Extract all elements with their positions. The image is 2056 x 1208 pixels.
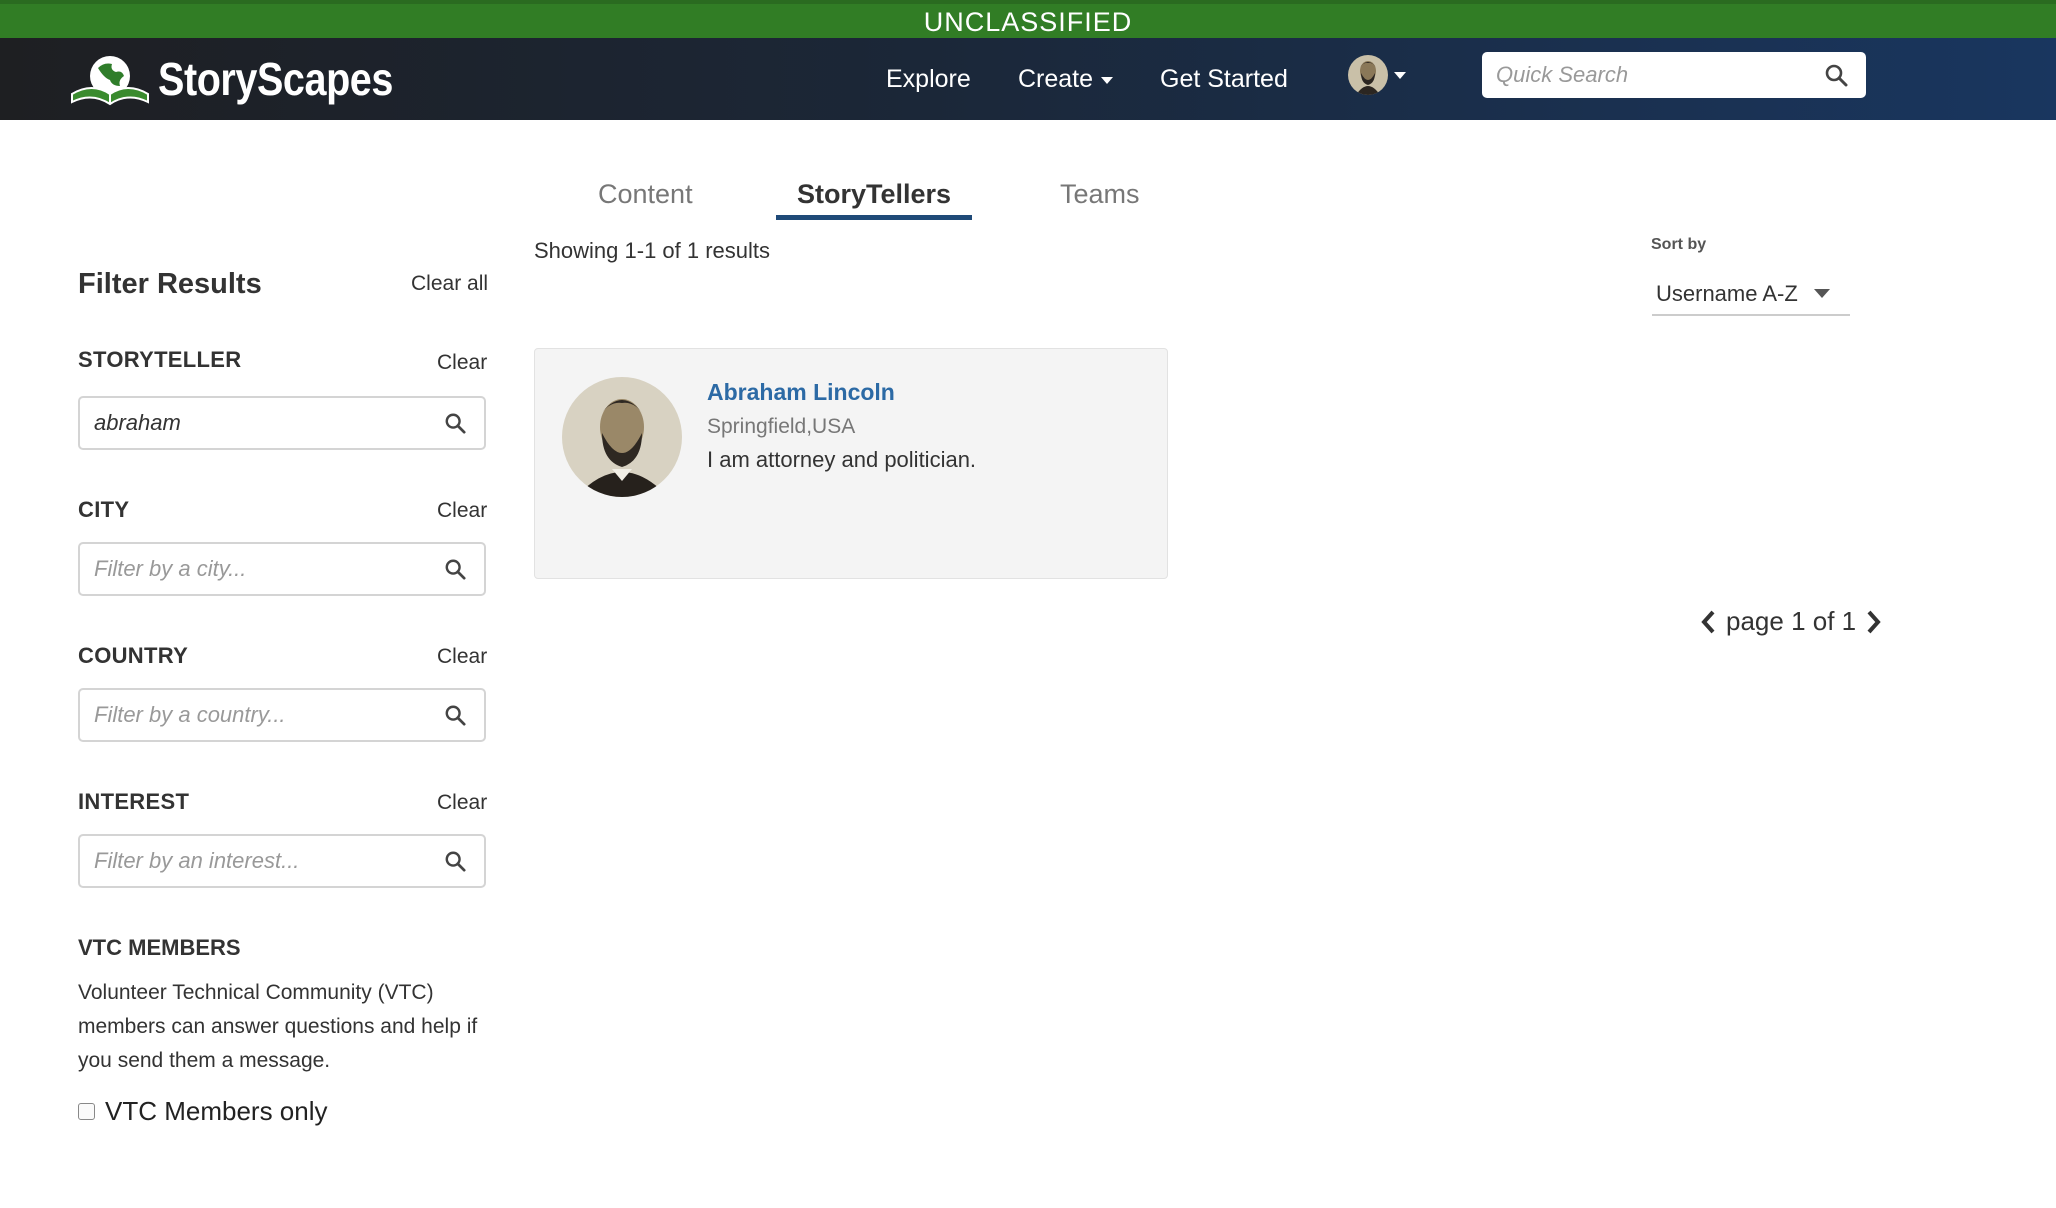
results-summary: Showing 1-1 of 1 results — [534, 238, 771, 263]
checkbox-icon[interactable] — [78, 1103, 95, 1120]
quick-search-input[interactable] — [1482, 52, 1802, 98]
city-clear-button[interactable]: Clear — [437, 499, 487, 523]
interest-filter-label: INTEREST — [78, 789, 190, 814]
interest-filter-box — [78, 834, 486, 888]
search-icon[interactable] — [444, 558, 466, 580]
vtc-members-description: Volunteer Technical Community (VTC) memb… — [78, 981, 478, 1072]
top-navbar: StoryScapes Explore Create Get Started — [0, 38, 2056, 120]
pagination-text: page 1 of 1 — [1726, 606, 1857, 636]
chevron-left-icon[interactable] — [1698, 609, 1720, 635]
brand-name: StoryScapes — [158, 53, 393, 105]
classification-banner: UNCLASSIFIED — [0, 0, 2056, 38]
nav-explore[interactable]: Explore — [886, 60, 971, 98]
search-icon[interactable] — [444, 850, 466, 872]
vtc-members-checkbox[interactable]: VTC Members only — [78, 1096, 328, 1127]
tab-teams[interactable]: Teams — [1060, 176, 1140, 212]
user-menu[interactable] — [1348, 55, 1406, 95]
storyteller-card[interactable]: Abraham Lincoln Springfield,USA I am att… — [534, 348, 1168, 579]
country-filter-input[interactable] — [80, 690, 420, 740]
city-filter-box — [78, 542, 486, 596]
storyteller-filter-label: STORYTELLER — [78, 347, 242, 372]
country-clear-button[interactable]: Clear — [437, 645, 487, 669]
interest-clear-button[interactable]: Clear — [437, 791, 487, 815]
pagination: page 1 of 1 — [1698, 606, 1884, 637]
vtc-members-checkbox-label: VTC Members only — [105, 1096, 328, 1126]
search-icon[interactable] — [444, 412, 466, 434]
tab-storytellers[interactable]: StoryTellers — [776, 176, 972, 220]
storyteller-bio: I am attorney and politician. — [707, 447, 977, 472]
chevron-right-icon[interactable] — [1862, 609, 1884, 635]
search-icon[interactable] — [1824, 63, 1848, 87]
book-globe-logo-icon — [71, 56, 149, 106]
clear-all-button[interactable]: Clear all — [411, 272, 488, 296]
user-avatar — [1348, 55, 1388, 95]
caret-down-icon — [1394, 71, 1406, 79]
vtc-members-title: VTC MEMBERS — [78, 935, 241, 960]
city-filter-input[interactable] — [80, 544, 420, 594]
filter-results-title: Filter Results — [78, 268, 262, 300]
country-filter-box — [78, 688, 486, 742]
storyteller-filter-input[interactable] — [80, 398, 420, 448]
interest-filter-input[interactable] — [80, 836, 420, 886]
brand-logo[interactable]: StoryScapes — [68, 48, 431, 110]
dropdown-arrow-icon — [1814, 289, 1830, 298]
storyteller-location: Springfield,USA — [707, 415, 856, 438]
nav-create-label: Create — [1018, 65, 1094, 93]
nav-create-dropdown[interactable]: Create — [1018, 60, 1114, 98]
city-filter-label: CITY — [78, 497, 130, 522]
storyteller-avatar[interactable] — [562, 377, 682, 497]
storyteller-name-link[interactable]: Abraham Lincoln — [707, 379, 895, 406]
storyteller-clear-button[interactable]: Clear — [437, 351, 487, 375]
tab-content[interactable]: Content — [598, 176, 693, 212]
caret-down-icon — [1101, 76, 1114, 84]
storyteller-filter-box — [78, 396, 486, 450]
sort-value: Username A-Z — [1656, 281, 1798, 306]
nav-get-started[interactable]: Get Started — [1160, 60, 1288, 98]
sort-select[interactable]: Username A-Z — [1652, 276, 1850, 316]
search-icon[interactable] — [444, 704, 466, 726]
country-filter-label: COUNTRY — [78, 643, 189, 668]
sort-label: Sort by — [1651, 236, 1707, 253]
quick-search-box — [1482, 52, 1866, 98]
